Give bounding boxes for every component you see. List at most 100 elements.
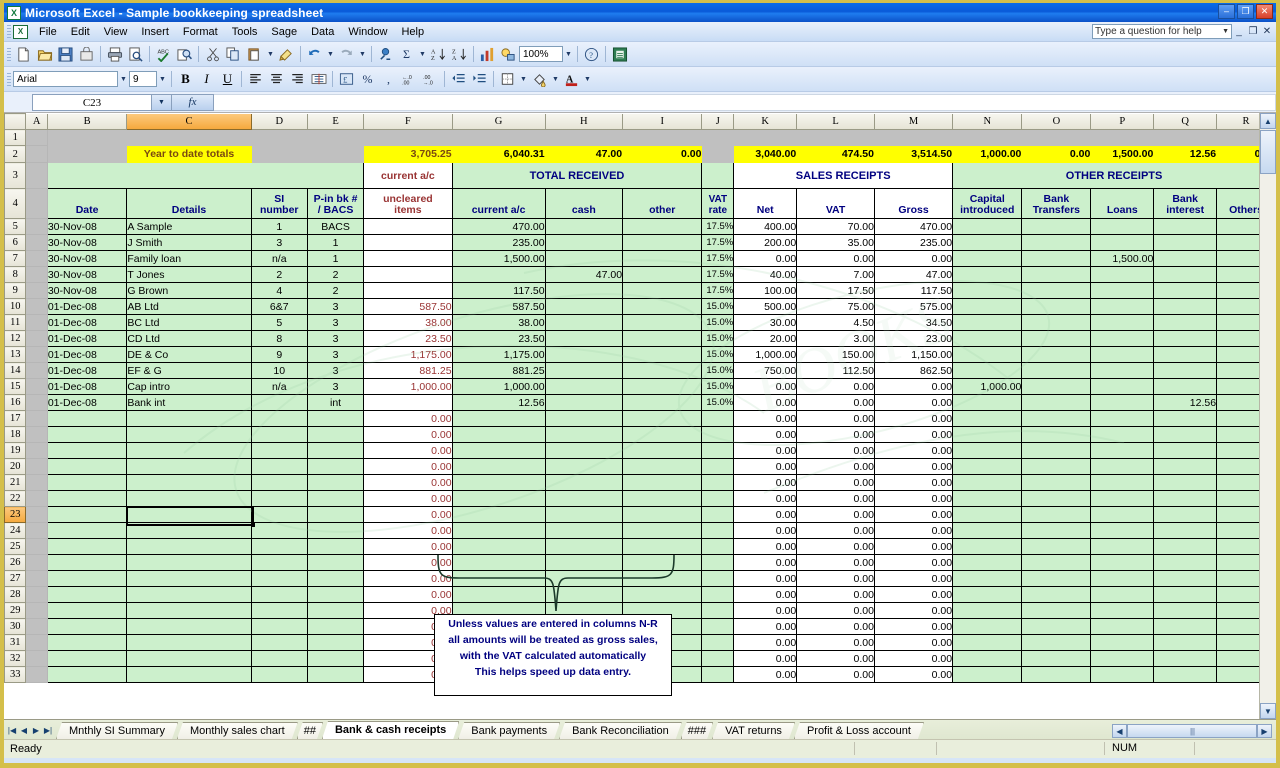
print-icon[interactable] <box>104 44 125 65</box>
cell-vat-rate-23[interactable] <box>701 506 735 523</box>
cell-gross-5[interactable]: 470.00 <box>873 218 954 235</box>
cell-uncleared-5[interactable] <box>363 218 453 235</box>
cell-si-number-14[interactable]: 10 <box>250 362 308 379</box>
cell-net-7[interactable]: 0.00 <box>733 250 798 267</box>
cell-transfers-29[interactable] <box>1021 602 1092 619</box>
cell-si-number-6[interactable]: 3 <box>250 234 308 251</box>
cell-net-16[interactable]: 0.00 <box>733 394 798 411</box>
cut-icon[interactable] <box>202 44 223 65</box>
cell-date-21[interactable] <box>46 474 128 491</box>
cell-capital-20[interactable] <box>952 458 1023 475</box>
cell-gross-18[interactable]: 0.00 <box>873 426 954 443</box>
cell-a16[interactable] <box>25 394 48 411</box>
cell-pin-bk-28[interactable] <box>306 586 365 603</box>
cell-other-14[interactable] <box>622 362 703 379</box>
decrease-decimal-icon[interactable]: .00 →.0 <box>420 69 441 90</box>
cell-current-ac-12[interactable]: 23.50 <box>451 330 546 347</box>
cell-interest-16[interactable]: 12.56 <box>1153 394 1218 411</box>
cell-date-13[interactable]: 01-Dec-08 <box>46 346 128 363</box>
cell-date-20[interactable] <box>46 458 128 475</box>
cell-capital-6[interactable] <box>952 234 1023 251</box>
cell-other-18[interactable] <box>622 426 703 443</box>
column-header-a[interactable]: A <box>25 113 48 130</box>
row-header-30[interactable]: 30 <box>4 618 27 635</box>
cell-vat-19[interactable]: 0.00 <box>796 442 875 459</box>
column-header-p[interactable]: P <box>1090 113 1155 130</box>
cell-gross-23[interactable]: 0.00 <box>873 506 954 523</box>
row-header-27[interactable]: 27 <box>4 570 27 587</box>
cell-details-15[interactable]: Cap intro <box>126 378 252 395</box>
cell-gross-14[interactable]: 862.50 <box>873 362 954 379</box>
cell-transfers-11[interactable] <box>1021 314 1092 331</box>
cell-transfers-23[interactable] <box>1021 506 1092 523</box>
cell-a27[interactable] <box>25 570 48 587</box>
cell-transfers-13[interactable] <box>1021 346 1092 363</box>
sheet-tab-monthly-sales-chart[interactable]: Monthly sales chart <box>177 722 298 739</box>
cell-pin-bk-6[interactable]: 1 <box>306 234 365 251</box>
cell-transfers-14[interactable] <box>1021 362 1092 379</box>
hscroll-left-button[interactable]: ◀ <box>1112 724 1127 738</box>
cell-vat-27[interactable]: 0.00 <box>796 570 875 587</box>
cell-net-17[interactable]: 0.00 <box>733 410 798 427</box>
cell-uncleared-23[interactable]: 0.00 <box>363 506 453 523</box>
cell-a33[interactable] <box>25 666 48 683</box>
cell-gross-30[interactable]: 0.00 <box>873 618 954 635</box>
cell-uncleared-9[interactable] <box>363 282 453 299</box>
cell-cash-20[interactable] <box>544 458 624 475</box>
cell-transfers-27[interactable] <box>1021 570 1092 587</box>
cell-other-6[interactable] <box>622 234 703 251</box>
cell-capital-8[interactable] <box>952 266 1023 283</box>
menu-help[interactable]: Help <box>394 24 431 40</box>
cell-interest-8[interactable] <box>1153 266 1218 283</box>
cell-details-5[interactable]: A Sample <box>126 218 252 235</box>
cell-capital-23[interactable] <box>952 506 1023 523</box>
cell-transfers-9[interactable] <box>1021 282 1092 299</box>
cell-loans-30[interactable] <box>1090 618 1155 635</box>
cell-capital-26[interactable] <box>952 554 1023 571</box>
cell-si-number-28[interactable] <box>250 586 308 603</box>
cell-cash-8[interactable]: 47.00 <box>544 266 624 283</box>
cell-capital-7[interactable] <box>952 250 1023 267</box>
row-header-19[interactable]: 19 <box>4 442 27 459</box>
cell-pin-bk-16[interactable]: int <box>306 394 365 411</box>
align-center-icon[interactable] <box>266 69 287 90</box>
cell-gross-22[interactable]: 0.00 <box>873 490 954 507</box>
column-header-n[interactable]: N <box>952 113 1023 130</box>
cell-si-number-13[interactable]: 9 <box>250 346 308 363</box>
horizontal-scrollbar[interactable]: ◀ |||| ▶ <box>1112 724 1272 738</box>
row-header-8[interactable]: 8 <box>4 266 27 283</box>
cell-date-26[interactable] <box>46 554 128 571</box>
cell-interest-19[interactable] <box>1153 442 1218 459</box>
cell-current-ac-16[interactable]: 12.56 <box>451 394 546 411</box>
cell-pin-bk-13[interactable]: 3 <box>306 346 365 363</box>
cell-gross-13[interactable]: 1,150.00 <box>873 346 954 363</box>
cell-vat-rate-20[interactable] <box>701 458 735 475</box>
cell-date-15[interactable]: 01-Dec-08 <box>46 378 128 395</box>
cell-date-25[interactable] <box>46 538 128 555</box>
align-left-icon[interactable] <box>245 69 266 90</box>
cell-date-30[interactable] <box>46 618 128 635</box>
cell-vat-18[interactable]: 0.00 <box>796 426 875 443</box>
cell-vat-8[interactable]: 7.00 <box>796 266 875 283</box>
cell-current-ac-11[interactable]: 38.00 <box>451 314 546 331</box>
cell-transfers-22[interactable] <box>1021 490 1092 507</box>
cell-details-22[interactable] <box>126 490 252 507</box>
cell-gross-33[interactable]: 0.00 <box>873 666 954 683</box>
next-sheet-button[interactable]: ▶ <box>30 726 42 735</box>
cell-uncleared-27[interactable]: 0.00 <box>363 570 453 587</box>
cell-net-29[interactable]: 0.00 <box>733 602 798 619</box>
column-header-b[interactable]: B <box>46 113 128 130</box>
total-interest[interactable]: 12.56 <box>1153 145 1218 163</box>
cell-pin-bk-9[interactable]: 2 <box>306 282 365 299</box>
cell-si-number-16[interactable] <box>250 394 308 411</box>
cell-a30[interactable] <box>25 618 48 635</box>
sheet-tab-bank-cash-receipts[interactable]: Bank & cash receipts <box>322 721 459 739</box>
cell-details-28[interactable] <box>126 586 252 603</box>
borders-icon[interactable] <box>497 69 518 90</box>
cell-details-23[interactable] <box>126 506 252 523</box>
caption-cash[interactable]: cash <box>544 188 624 219</box>
cell-vat-rate-24[interactable] <box>701 522 735 539</box>
cell-gross-21[interactable]: 0.00 <box>873 474 954 491</box>
cell-a15[interactable] <box>25 378 48 395</box>
sheet-tab-bank-payments[interactable]: Bank payments <box>458 722 560 739</box>
